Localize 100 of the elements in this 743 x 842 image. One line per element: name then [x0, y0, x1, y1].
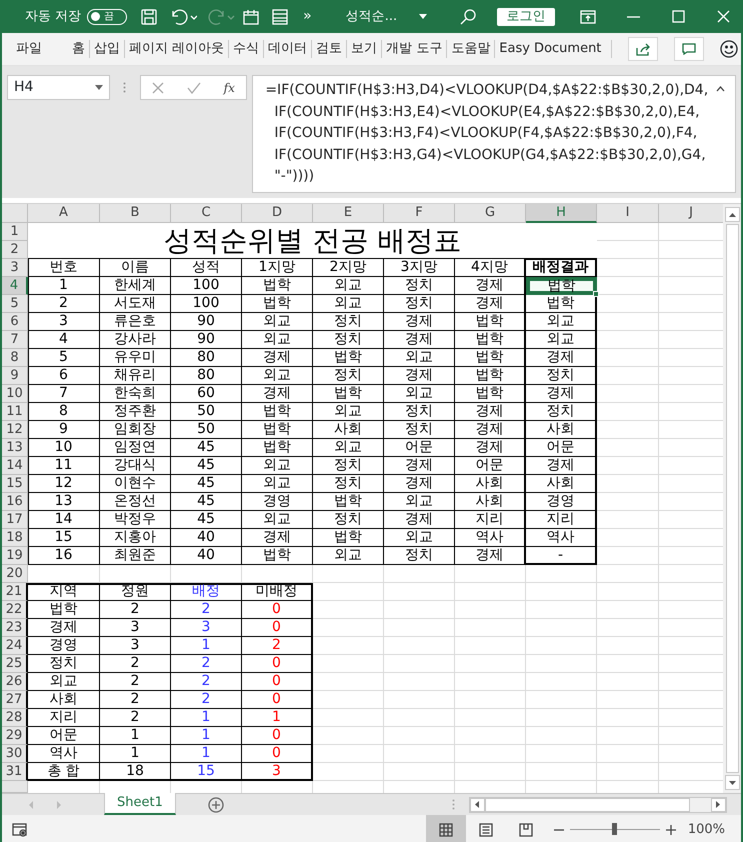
macro-record-icon[interactable] [12, 822, 28, 836]
add-sheet-icon[interactable] [208, 796, 224, 812]
row-header[interactable]: 20 [2, 565, 28, 583]
ribbon-tab[interactable]: 도움말 [447, 40, 494, 58]
caret-icon[interactable] [94, 85, 103, 90]
ribbon-tab[interactable]: 개발 도구 [382, 40, 446, 58]
column-header[interactable]: H [526, 204, 597, 223]
table-cell: 법학 [313, 493, 384, 511]
collapse-icon[interactable] [716, 86, 725, 92]
table-cell: 온정선 [100, 493, 171, 511]
column-header[interactable]: J [659, 204, 724, 223]
zoom-in-icon[interactable] [666, 824, 676, 834]
row-header[interactable]: 2 [2, 241, 28, 259]
insert-function-button[interactable]: fx [224, 78, 235, 96]
column-header[interactable]: A [28, 204, 100, 223]
scroll-down-button[interactable] [724, 775, 740, 790]
share-button[interactable] [628, 37, 658, 61]
row-header[interactable]: 8 [2, 349, 28, 367]
row-header[interactable]: 31 [2, 763, 28, 781]
login-button[interactable]: 로그인 [497, 8, 556, 26]
table-cell: 경제 [242, 349, 313, 367]
maximize-icon[interactable] [672, 10, 686, 23]
row-header[interactable]: 6 [2, 313, 28, 331]
row-header[interactable]: 1 [2, 223, 28, 241]
row-header[interactable]: 15 [2, 475, 28, 493]
form-icon[interactable] [272, 8, 288, 24]
name-box[interactable]: H4 [7, 75, 110, 100]
row-header[interactable]: 11 [2, 403, 28, 421]
row-header[interactable]: 19 [2, 547, 28, 565]
row-header[interactable]: 18 [2, 529, 28, 547]
scrollbar-thumb[interactable] [484, 798, 690, 812]
column-heading: 정원 [100, 583, 171, 601]
column-header[interactable]: E [313, 204, 384, 223]
row-header[interactable]: 13 [2, 439, 28, 457]
row-header[interactable]: 28 [2, 709, 28, 727]
ribbon-display-icon[interactable] [580, 10, 596, 24]
zoom-slider-thumb[interactable] [612, 823, 618, 835]
column-header[interactable]: I [597, 204, 659, 223]
ribbon-tab[interactable]: 데이터 [264, 40, 312, 58]
row-header[interactable]: 10 [2, 385, 28, 403]
row-header[interactable]: 17 [2, 511, 28, 529]
table-cell: 정치 [384, 277, 455, 295]
column-header[interactable]: C [171, 204, 242, 223]
row-header[interactable]: 3 [2, 259, 28, 277]
scroll-up-button[interactable] [724, 207, 740, 222]
ribbon-tab[interactable]: 파일 [12, 40, 46, 58]
ribbon-tab[interactable]: 페이지 레이아웃 [125, 40, 228, 58]
close-icon[interactable] [717, 10, 730, 23]
ribbon-tab[interactable]: 삽입 [90, 40, 124, 58]
row-header[interactable]: 27 [2, 691, 28, 709]
row-header[interactable]: 7 [2, 331, 28, 349]
file-name[interactable]: 성적순... [346, 6, 398, 26]
ribbon-tab[interactable]: 수식 [229, 40, 264, 58]
column-header[interactable]: G [455, 204, 526, 223]
table-cell: 2 [242, 637, 313, 655]
row-header[interactable]: 24 [2, 637, 28, 655]
ribbon-tab[interactable]: 검토 [312, 40, 346, 58]
row-header[interactable]: 21 [2, 583, 28, 601]
column-header[interactable]: B [100, 204, 171, 223]
row-header[interactable]: 30 [2, 745, 28, 763]
row-header[interactable]: 16 [2, 493, 28, 511]
horizontal-scrollbar[interactable] [468, 796, 727, 812]
zoom-level[interactable]: 100% [688, 820, 725, 840]
smiley-icon[interactable] [720, 40, 738, 58]
row-header[interactable]: 25 [2, 655, 28, 673]
fill-handle[interactable] [593, 291, 599, 297]
row-header[interactable]: 29 [2, 727, 28, 745]
table-cell: 정치 [313, 313, 384, 331]
table-cell: 법학 [242, 421, 313, 439]
scroll-left-button[interactable] [470, 798, 485, 812]
formula-field[interactable]: =IF(COUNTIF(H$3:H3,D4)<VLOOKUP(D4,$A$22:$B$30,2,0),D4, IF(COUNTIF(H$3:H3,E4)<VLOOKUP(E4,$A$22:$B$30,2,0),E4, IF(COUNTIF(H$3:H3,F4)<VLOOKUP(F4,$A$22:$B$30,2,0),F4, IF(COUNTIF(H$3:H3,G4)<VLOOKUP(G4,$A$22:$B$30,2,0),G4, "-")))) [252, 75, 736, 193]
scroll-right-button[interactable] [710, 798, 726, 812]
row-header[interactable]: 12 [2, 421, 28, 439]
new-sheet-icon[interactable] [243, 8, 260, 24]
row-header[interactable]: 5 [2, 295, 28, 313]
scrollbar-thumb[interactable] [726, 224, 739, 773]
table-cell: 경제 [526, 385, 597, 403]
row-header[interactable]: 23 [2, 619, 28, 637]
ribbon-tab[interactable]: 홈 [68, 40, 89, 58]
more-commands-button[interactable]: » [303, 6, 312, 27]
column-header[interactable]: D [242, 204, 313, 223]
table-cell: 사회 [28, 691, 100, 709]
row-header[interactable]: 26 [2, 673, 28, 691]
save-icon[interactable] [141, 8, 158, 24]
table-cell: 경제 [28, 619, 100, 637]
search-icon[interactable] [460, 8, 476, 24]
autosave-toggle[interactable]: 끔 [87, 8, 128, 24]
column-header[interactable]: F [384, 204, 455, 223]
row-header[interactable]: 22 [2, 601, 28, 619]
row-header[interactable]: 4 [2, 277, 28, 295]
caret-icon[interactable] [419, 14, 428, 19]
comment-button[interactable] [674, 37, 704, 61]
sheet-tab[interactable]: Sheet1 [104, 793, 176, 815]
ribbon-tab[interactable]: Easy Document [495, 40, 606, 58]
row-header[interactable]: 9 [2, 367, 28, 385]
caret-icon [728, 212, 736, 216]
row-header[interactable]: 14 [2, 457, 28, 475]
ribbon-tab[interactable]: 보기 [347, 40, 382, 58]
table-cell: 외교 [242, 457, 313, 475]
view-button[interactable] [426, 815, 466, 842]
